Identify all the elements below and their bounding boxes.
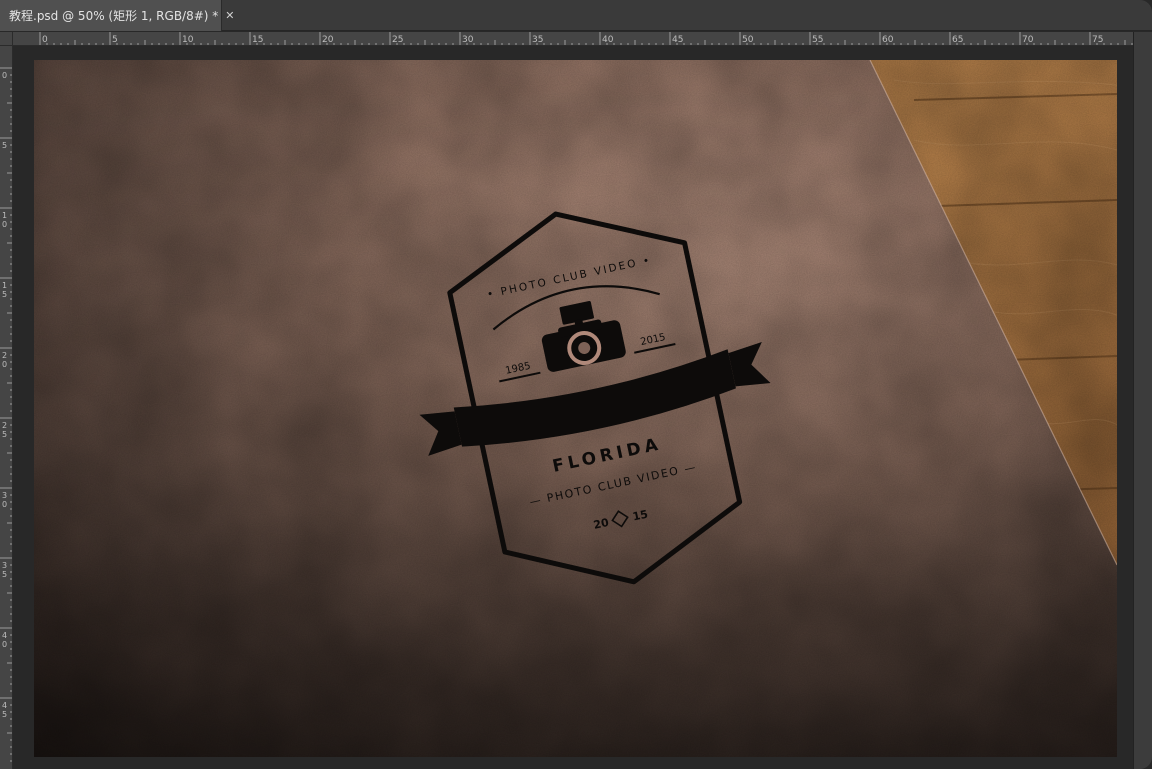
ruler-label: 60 (882, 35, 894, 45)
ruler-label: 70 (1022, 35, 1034, 45)
ruler-label: 30 (462, 35, 474, 45)
ruler-label: 1 (2, 281, 7, 290)
ruler-label: 3 (2, 561, 7, 570)
ruler-label: 75 (1092, 35, 1103, 45)
ruler-label: 35 (532, 35, 543, 45)
ruler-label: 5 (2, 290, 7, 299)
ruler-label: 50 (742, 35, 754, 45)
ruler-label: 25 (392, 35, 403, 45)
ruler-label: 20 (322, 35, 334, 45)
ruler-label: 0 (2, 500, 7, 509)
ruler-label: 55 (812, 35, 823, 45)
close-icon[interactable]: ✕ (225, 9, 234, 22)
ruler-label: 0 (42, 35, 48, 45)
ruler-label: 5 (2, 710, 7, 719)
ruler-label: 15 (252, 35, 263, 45)
ruler-label: 5 (2, 570, 7, 579)
ruler-label: 5 (2, 141, 7, 150)
canvas-area[interactable]: • PHOTO CLUB VIDEO • 1985 2015 FLORIDA —… (13, 46, 1133, 769)
artboard[interactable]: • PHOTO CLUB VIDEO • 1985 2015 FLORIDA —… (34, 60, 1117, 757)
mockup-image: • PHOTO CLUB VIDEO • 1985 2015 FLORIDA —… (34, 60, 1117, 757)
ruler-label: 1 (2, 211, 7, 220)
photoshop-window: 教程.psd @ 50% (矩形 1, RGB/8#) * ✕ 0 5 10 15 20… (0, 0, 1152, 769)
ruler-label: 3 (2, 491, 7, 500)
ruler-label: 4 (2, 631, 7, 640)
ruler-label: 0 (2, 640, 7, 649)
document-tab-title: 教程.psd @ 50% (矩形 1, RGB/8#) * (9, 9, 219, 23)
vertical-scrollbar[interactable] (1133, 32, 1152, 769)
ruler-origin[interactable] (0, 32, 13, 46)
horizontal-ruler[interactable]: 0 5 10 15 20 25 30 35 40 45 50 55 60 65 70 75 (13, 32, 1133, 46)
document-tab[interactable]: 教程.psd @ 50% (矩形 1, RGB/8#) * ✕ (0, 0, 235, 31)
ruler-label: 40 (602, 35, 614, 45)
ruler-label: 0 (2, 360, 7, 369)
ruler-label: 65 (952, 35, 963, 45)
ruler-label: 45 (672, 35, 683, 45)
ruler-label: 5 (2, 430, 7, 439)
ruler-label: 2 (2, 421, 7, 430)
vertical-ruler[interactable]: 051015202530354045 (0, 46, 13, 769)
horizontal-ruler-marks: 0 5 10 15 20 25 30 35 40 45 50 55 60 65 70 75 (39, 32, 1133, 45)
ruler-label: 5 (112, 35, 118, 45)
ruler-label: 0 (2, 71, 7, 80)
ruler-label: 2 (2, 351, 7, 360)
vertical-ruler-marks: 051015202530354045 (0, 67, 12, 762)
document-tab-bar: 教程.psd @ 50% (矩形 1, RGB/8#) * ✕ (0, 0, 1152, 31)
ruler-label: 0 (2, 220, 7, 229)
ruler-label: 4 (2, 701, 7, 710)
ruler-label: 10 (182, 35, 194, 45)
